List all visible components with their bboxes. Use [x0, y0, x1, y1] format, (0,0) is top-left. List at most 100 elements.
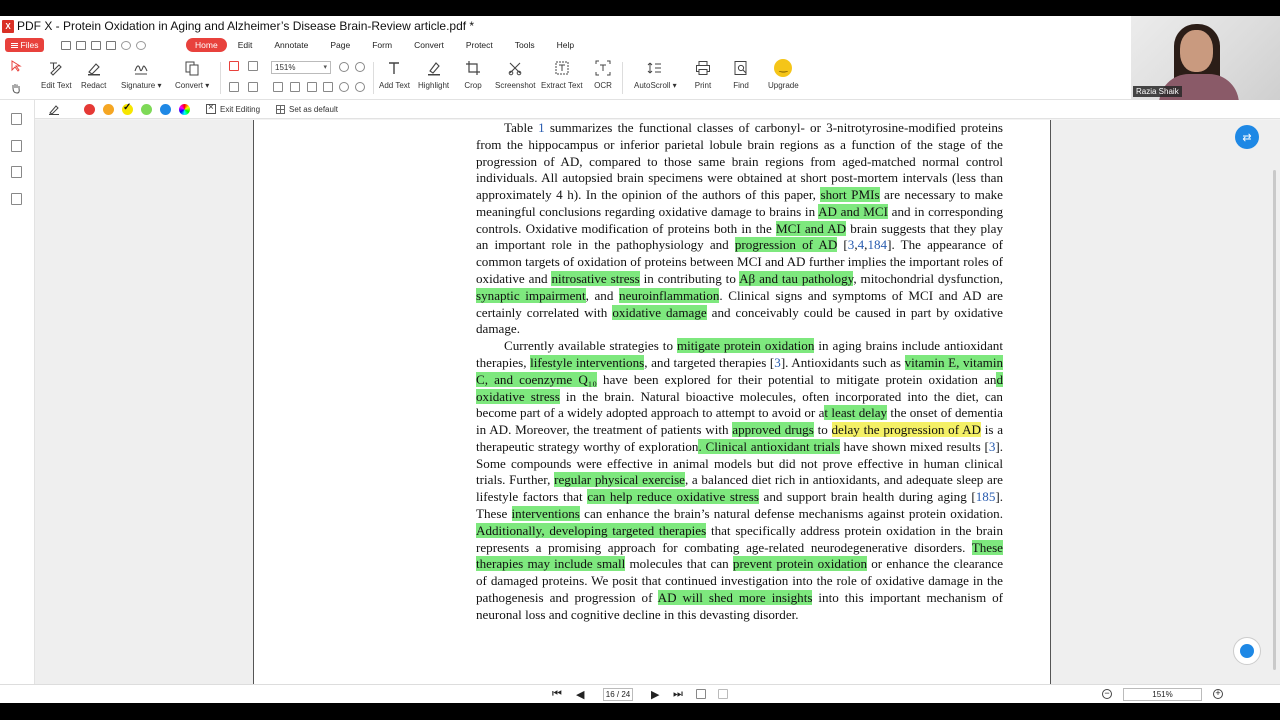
attachments-icon[interactable] [11, 193, 22, 205]
citation-link[interactable]: 185 [976, 489, 996, 504]
bookmark-icon[interactable] [11, 113, 22, 125]
menu-annotate[interactable]: Annotate [263, 38, 319, 52]
screenshot-tool[interactable]: Screenshot [495, 59, 535, 90]
find-tool[interactable]: Find [732, 59, 750, 90]
menu-help[interactable]: Help [546, 38, 585, 52]
menu-page[interactable]: Page [319, 38, 361, 52]
edit-text-tool[interactable]: Edit Text [41, 59, 72, 90]
edit-text-label: Edit Text [41, 81, 72, 90]
print-quick-icon[interactable] [106, 40, 116, 50]
menu-protect[interactable]: Protect [455, 38, 504, 52]
menu-tools[interactable]: Tools [504, 38, 546, 52]
redact-tool[interactable]: Redact [81, 59, 106, 90]
first-page-icon[interactable]: ⏮ [552, 688, 562, 701]
highlighted-text: mitigate protein oxidation [676, 338, 815, 354]
redact-icon [85, 59, 103, 76]
fit-page-icon[interactable] [273, 82, 283, 92]
status-zoom-in-icon[interactable]: + [1213, 689, 1223, 699]
continuous-view-icon[interactable] [248, 61, 258, 71]
citation-link[interactable]: 3 [848, 237, 855, 252]
page-layout-icon[interactable] [696, 689, 706, 699]
color-swatch-orange[interactable] [103, 103, 114, 115]
undo-icon[interactable] [121, 40, 131, 50]
color-swatch-green[interactable] [141, 103, 152, 115]
page-text[interactable]: Table 1 summarizes the functional classe… [476, 120, 1003, 623]
print-tool[interactable]: Print [694, 59, 712, 90]
redo-icon[interactable] [136, 40, 146, 50]
save-icon[interactable] [76, 40, 86, 50]
citation-link[interactable]: 3 [774, 355, 781, 370]
autoscroll-label: AutoScroll ▾ [634, 81, 677, 90]
zoom-select[interactable]: 151% [271, 61, 331, 74]
toolbar-divider [220, 62, 221, 94]
fit-width-icon[interactable] [290, 82, 300, 92]
find-icon [732, 59, 750, 76]
status-zoom-out-icon[interactable]: − [1102, 689, 1112, 699]
files-label: Files [20, 40, 39, 50]
page-number-input[interactable]: 16 / 24 [603, 688, 633, 701]
highlighted-text: delay the progression of AD [831, 422, 981, 438]
comments-icon[interactable] [11, 166, 22, 178]
menu-convert[interactable]: Convert [403, 38, 455, 52]
color-swatch-yellow[interactable] [122, 102, 133, 115]
fit-visible-icon[interactable] [323, 82, 333, 92]
zoom-out-icon[interactable] [339, 62, 349, 72]
citation-link[interactable]: 4 [858, 237, 865, 252]
highlighted-text: prevent protein oxidation [732, 556, 868, 572]
citation-link[interactable]: 184 [867, 237, 887, 252]
open-folder-icon[interactable] [61, 40, 71, 50]
next-page-icon[interactable]: ▶ [651, 688, 659, 701]
color-swatch-blue[interactable] [160, 103, 171, 115]
hand-tool-icon[interactable] [10, 82, 22, 94]
menu-form[interactable]: Form [361, 38, 403, 52]
zoom-in-icon[interactable] [355, 62, 365, 72]
color-picker-icon[interactable] [179, 103, 190, 115]
set-as-default-label: Set as default [289, 104, 338, 114]
ocr-tool[interactable]: OCR [594, 59, 612, 90]
citation-link[interactable]: 3 [989, 439, 996, 454]
highlighted-text: can help reduce oxidative stress [587, 489, 759, 505]
printer-icon [694, 59, 712, 76]
menu-edit[interactable]: Edit [227, 38, 264, 52]
two-page-view-icon[interactable] [229, 82, 239, 92]
extract-text-tool[interactable]: Extract Text [541, 59, 583, 90]
menu-bar: Files Home Edit Annotate Page Form Conve… [0, 36, 1280, 54]
highlight-icon [425, 59, 443, 76]
rotate-right-icon[interactable] [355, 82, 365, 92]
rotate-left-icon[interactable] [339, 82, 349, 92]
thumbnails-icon[interactable] [11, 140, 22, 152]
page-setting-icon[interactable] [718, 689, 728, 699]
select-pointer-icon[interactable] [10, 60, 22, 72]
autoscroll-tool[interactable]: AutoScroll ▾ [634, 59, 677, 90]
crop-tool[interactable]: Crop [464, 59, 482, 90]
exit-editing-button[interactable]: Exit Editing [206, 102, 261, 114]
ai-assistant-button[interactable] [1233, 637, 1261, 665]
highlight-label: Highlight [418, 81, 450, 90]
save-as-icon[interactable] [91, 40, 101, 50]
pen-icon[interactable] [48, 103, 60, 115]
last-page-icon[interactable]: ⏭ [673, 688, 683, 701]
previous-page-icon[interactable]: ◀ [576, 688, 584, 701]
convert-tool[interactable]: Convert ▾ [175, 59, 209, 90]
signature-tool[interactable]: Signature ▾ [121, 59, 161, 90]
title-bar: X PDF X - Protein Oxidation in Aging and… [0, 16, 1280, 36]
exit-editing-label: Exit Editing [220, 104, 261, 114]
set-as-default-button[interactable]: Set as default [276, 104, 338, 114]
color-swatch-red[interactable] [84, 103, 95, 115]
actual-size-icon[interactable] [307, 82, 317, 92]
citation-link[interactable]: 1 [538, 120, 545, 135]
presenter-face [1180, 30, 1213, 72]
add-text-tool[interactable]: Add Text [379, 59, 410, 90]
status-zoom-field[interactable]: 151% [1123, 688, 1202, 701]
document-viewport[interactable]: Table 1 summarizes the functional classe… [35, 120, 1280, 684]
single-page-view-icon[interactable] [229, 61, 239, 71]
vertical-scrollbar[interactable] [1273, 170, 1276, 670]
menu-home[interactable]: Home [186, 38, 227, 52]
files-button[interactable]: Files [5, 38, 44, 52]
screenshot-icon [506, 59, 524, 76]
translate-float-button[interactable]: ⇄ [1235, 125, 1259, 149]
cover-view-icon[interactable] [248, 82, 258, 92]
upgrade-tool[interactable]: ‿ Upgrade [768, 58, 799, 90]
upgrade-label: Upgrade [768, 81, 799, 90]
highlight-tool[interactable]: Highlight [418, 59, 449, 90]
